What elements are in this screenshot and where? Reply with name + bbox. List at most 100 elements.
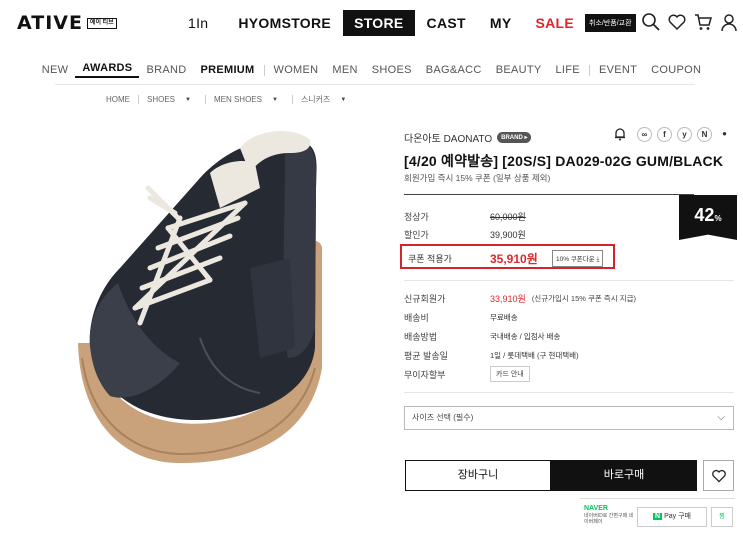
main-nav: 1In HYOMSTORE STORE CAST MY SALE [180,10,582,36]
discount-percent: 42 [694,205,715,225]
regular-price: 60,000원 [490,212,526,222]
subnav-life[interactable]: LIFE [549,64,587,76]
breadcrumb: HOME SHOES ▼ MEN SHOES ▼ 스니커즈 ▼ [102,94,356,105]
subnav-underline [55,84,695,85]
discount-tag: 42% [679,195,737,240]
subnav-event[interactable]: EVENT [592,64,644,76]
naver-logo: NAVER [584,505,608,512]
add-to-cart-button[interactable]: 장바구니 [405,460,551,491]
chevron-down-icon: ⌵ [717,412,725,423]
twitter-icon[interactable]: y [677,127,692,142]
subnav-awards[interactable]: AWARDS [75,62,140,78]
price-divider [404,194,694,195]
buy-now-button[interactable]: 바로구매 [551,460,697,491]
avg-ship-row: 평균 발송일 1일 / 롯데택배 (구 현대택배) [404,349,579,362]
shipping-method-label: 배송방법 [404,332,438,342]
chevron-down-icon[interactable]: ▼ [185,97,191,103]
brand-badge[interactable]: BRAND ▸ [497,132,532,143]
user-icon[interactable] [719,12,739,32]
breadcrumb-separator [204,95,206,104]
util-icons [641,12,739,32]
brand-row: 다온아토 DAONATO BRAND ▸ [404,130,532,145]
breadcrumb-separator [138,95,139,104]
subnav-premium[interactable]: PREMIUM [193,64,261,76]
nav-my[interactable]: MY [482,10,520,36]
section-divider [404,280,734,281]
section-divider [404,392,734,393]
shipping-method-row: 배송방법 국내배송 / 입점사 배송 [404,330,560,343]
coupon-download-button[interactable]: 10% 쿠폰다운 ⤓ [552,250,604,267]
size-select[interactable]: 사이즈 선택 (필수) ⌵ [404,406,734,430]
subnav-shoes[interactable]: SHOES [365,64,419,76]
subnav-beauty[interactable]: BEAUTY [489,64,549,76]
subnav-new[interactable]: NEW [35,64,76,76]
regular-price-label: 정상가 [404,212,429,222]
heart-icon[interactable] [667,12,687,32]
nav-store[interactable]: STORE [343,10,415,36]
product-image[interactable] [60,118,350,478]
subnav-men[interactable]: MEN [325,64,364,76]
regular-price-row: 정상가 60,000원 [404,210,526,223]
new-member-row: 신규회원가 33,910원 (신규가입시 15% 쿠폰 즉시 지급) [404,292,636,305]
heart-icon [711,467,727,484]
logo-text: ATIVE [17,12,83,34]
cart-icon[interactable] [693,12,713,32]
coupon-price-label: 쿠폰 적용가 [408,254,452,264]
breadcrumb-men-shoes[interactable]: MEN SHOES [210,95,266,104]
installment-label: 무이자할부 [404,369,446,380]
chevron-down-icon[interactable]: ▼ [272,97,278,103]
naver-pay-box: NAVER 네이버ID로 간편구매 네이버페이 N Pay 구매 찜 [580,498,735,530]
wishlist-button[interactable] [703,460,734,491]
logo[interactable]: ATIVE 에이 티브 [17,12,117,34]
card-info-button[interactable]: 카드 안내 [490,366,530,382]
category-nav: NEW AWARDS BRAND PREMIUM WOMEN MEN SHOES… [0,57,743,83]
naver-icon[interactable]: N [697,127,712,142]
installment-row: 무이자할부 카드 안내 [404,366,530,382]
subnav-women[interactable]: WOMEN [267,64,326,76]
subnav-divider [263,64,265,76]
breadcrumb-home[interactable]: HOME [102,95,134,104]
naver-desc: 네이버ID로 간편구매 네이버페이 [584,513,634,525]
breadcrumb-separator [291,95,293,104]
discount-unit: % [714,214,722,223]
logo-box: 에이 티브 [86,17,117,29]
avg-ship-label: 평균 발송일 [404,351,448,361]
kakao-icon[interactable]: ● [717,127,732,142]
shipping-method: 국내배송 / 입점사 배송 [490,332,561,341]
chevron-down-icon[interactable]: ▼ [340,97,346,103]
size-select-placeholder: 사이즈 선택 (필수) [412,413,474,422]
subnav-brand[interactable]: BRAND [139,64,193,76]
coupon-price: 35,910원 [490,252,538,266]
shipping-fee-label: 배송비 [404,313,429,323]
breadcrumb-sneakers[interactable]: 스니커즈 [297,94,334,105]
subnav-divider [588,64,590,76]
sale-price-label: 할인가 [404,230,429,240]
new-member-price: 33,910원 [490,294,526,304]
nav-hyomstore[interactable]: HYOMSTORE [230,10,339,36]
nav-cast[interactable]: CAST [419,10,474,36]
return-exchange-button[interactable]: 취소/반품/교환 [585,14,636,32]
share-row: ∞ f y N ● [612,127,732,142]
brand-name[interactable]: 다온아토 DAONATO [404,130,492,145]
subnav-coupon[interactable]: COUPON [644,64,708,76]
shipping-fee-row: 배송비 무료배송 [404,311,518,324]
new-member-label: 신규회원가 [404,294,446,304]
avg-ship: 1일 / 롯데택배 (구 현대택배) [490,351,579,360]
naver-pay-button[interactable]: N Pay 구매 [637,507,707,527]
nav-sale[interactable]: SALE [527,10,582,36]
top-bar: ATIVE 에이 티브 1In HYOMSTORE STORE CAST MY … [0,0,743,46]
subnav-bag-acc[interactable]: BAG&ACC [419,64,489,76]
product-title: [4/20 예약발송] [20S/S] DA029-02G GUM/BLACK [404,153,724,169]
link-icon[interactable]: ∞ [637,127,652,142]
search-icon[interactable] [641,12,661,32]
nav-1in[interactable]: 1In [180,10,216,36]
sale-price: 39,900원 [490,230,526,240]
new-member-note: (신규가입시 15% 쿠폰 즉시 지급) [531,294,637,303]
sale-price-row: 할인가 39,900원 [404,228,526,241]
product-subtitle: 회원가입 즉시 15% 쿠폰 (일부 상품 제외) [404,173,551,183]
bell-icon[interactable] [612,127,627,142]
coupon-price-box: 쿠폰 적용가 35,910원 10% 쿠폰다운 ⤓ [400,244,615,269]
facebook-icon[interactable]: f [657,127,672,142]
naver-wish-button[interactable]: 찜 [711,507,733,527]
breadcrumb-shoes[interactable]: SHOES [143,95,179,104]
